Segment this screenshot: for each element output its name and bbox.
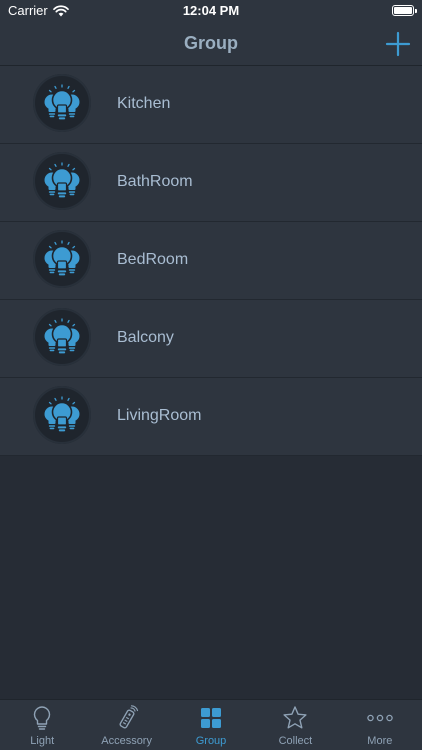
bulb-icon	[34, 706, 51, 730]
group-name-label: LivingRoom	[117, 407, 202, 424]
tab-label: Accessory	[101, 735, 152, 747]
battery-level	[394, 7, 412, 14]
group-name-label: BathRoom	[117, 173, 193, 190]
light-bulbs-icon	[33, 152, 91, 210]
tab-label: Group	[195, 735, 227, 747]
light-bulbs-icon	[33, 230, 91, 288]
group-list-item-bathroom[interactable]: BathRoom	[0, 144, 422, 222]
page-title: Group	[184, 33, 238, 53]
navigation-bar: Group	[0, 22, 422, 66]
tab-label: Collect	[278, 735, 313, 747]
remote-icon	[119, 705, 138, 729]
group-list-item-livingroom[interactable]: LivingRoom	[0, 378, 422, 456]
tab-accessory[interactable]: Accessory	[84, 700, 168, 750]
add-group-button[interactable]	[384, 30, 412, 58]
group-list-item-kitchen[interactable]: Kitchen	[0, 66, 422, 144]
tab-group[interactable]: Group	[169, 700, 253, 750]
tab-label: Light	[30, 735, 55, 747]
tab-light[interactable]: Light	[0, 700, 84, 750]
tab-collect[interactable]: Collect	[253, 700, 337, 750]
group-name-label: Kitchen	[117, 95, 171, 112]
tab-label: More	[367, 735, 393, 747]
light-bulbs-icon	[33, 74, 91, 132]
plus-icon	[385, 31, 411, 57]
tab-bar: Light Accessory Group Collect More	[0, 699, 422, 750]
light-bulbs-icon	[33, 308, 91, 366]
group-list: Kitchen BathRoom BedRoom Balcony LivingR…	[0, 66, 422, 456]
grid-icon	[201, 708, 222, 728]
group-list-item-bedroom[interactable]: BedRoom	[0, 222, 422, 300]
light-bulbs-icon	[33, 386, 91, 444]
star-icon	[283, 706, 308, 729]
more-dots-icon	[367, 714, 393, 722]
group-name-label: Balcony	[117, 329, 174, 346]
tab-more[interactable]: More	[338, 700, 422, 750]
battery-icon	[392, 5, 417, 16]
group-name-label: BedRoom	[117, 251, 189, 268]
status-time: 12:04 PM	[182, 3, 240, 18]
group-list-item-balcony[interactable]: Balcony	[0, 300, 422, 378]
status-bar: Carrier 12:04 PM	[0, 0, 422, 22]
